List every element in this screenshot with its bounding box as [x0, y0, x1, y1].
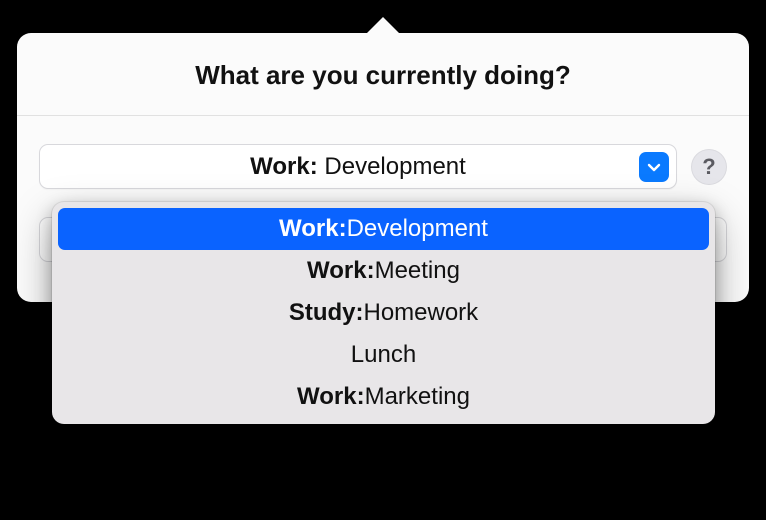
activity-select[interactable]: Work: Development — [39, 144, 677, 189]
menu-item[interactable]: Work: Development — [58, 208, 709, 250]
chevron-down-icon[interactable] — [639, 152, 669, 182]
activity-select-label: Development — [318, 153, 466, 180]
popover-arrow — [366, 17, 400, 34]
menu-item[interactable]: Lunch — [58, 334, 709, 376]
menu-item[interactable]: Work: Marketing — [58, 376, 709, 418]
activity-dropdown-menu[interactable]: Work: DevelopmentWork: MeetingStudy: Hom… — [52, 202, 715, 424]
menu-item-category: Study: — [289, 299, 364, 327]
menu-item-label: Homework — [363, 299, 478, 327]
menu-item-label: Marketing — [365, 383, 470, 411]
activity-select-category: Work: — [250, 153, 318, 180]
menu-item-category: Work: — [279, 215, 347, 243]
menu-item-label: Lunch — [351, 341, 416, 369]
menu-item-label: Meeting — [375, 257, 460, 285]
help-icon: ? — [702, 154, 715, 180]
help-button[interactable]: ? — [691, 149, 727, 185]
menu-item-category: Work: — [297, 383, 365, 411]
menu-item-category: Work: — [307, 257, 375, 285]
activity-select-row: Work: Development ? — [39, 144, 727, 189]
menu-item[interactable]: Work: Meeting — [58, 250, 709, 292]
menu-item-label: Development — [347, 215, 488, 243]
popover-title: What are you currently doing? — [17, 33, 749, 116]
activity-select-value: Work: Development — [250, 153, 466, 181]
menu-item[interactable]: Study: Homework — [58, 292, 709, 334]
